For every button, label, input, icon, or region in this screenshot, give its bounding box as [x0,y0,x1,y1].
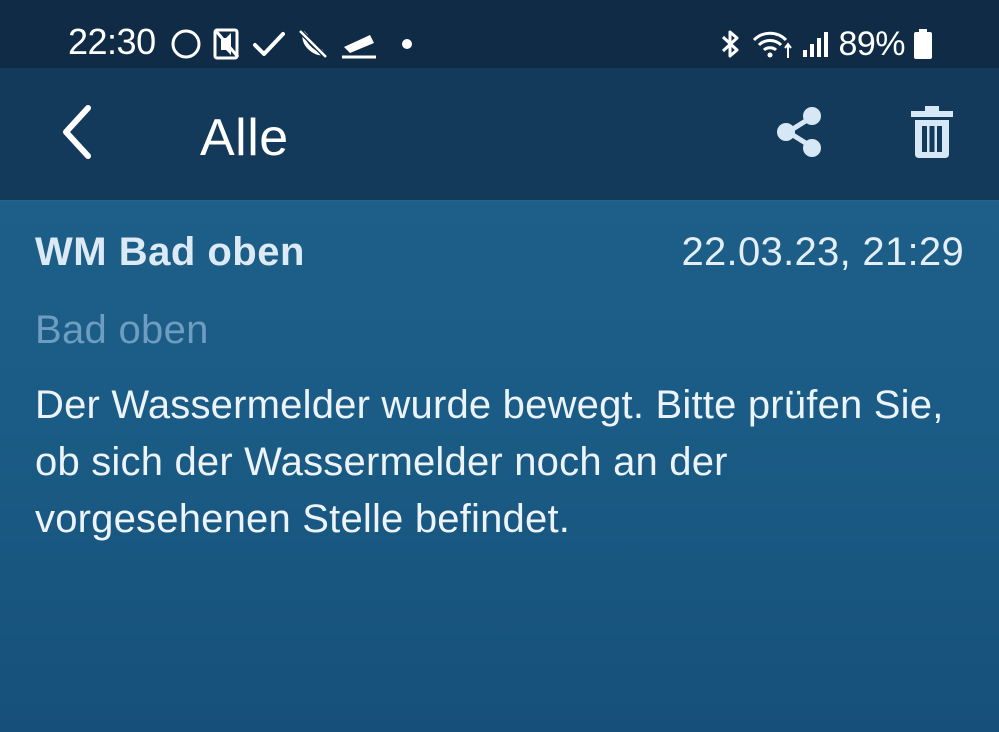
status-system-icons: 89% [718,24,933,64]
trash-icon [909,104,955,165]
status-bar: 22:30 89% [0,0,999,68]
dot-icon [402,39,412,49]
delete-button[interactable] [900,98,964,170]
share-button[interactable] [766,98,834,170]
message-room: Bad oben [35,308,209,352]
check-icon [252,29,286,59]
status-time: 22:30 [68,21,156,62]
cast-icon [340,29,378,59]
message-body: Der Wassermelder wurde bewegt. Bitte prü… [35,383,944,541]
battery-percentage: 89% [838,25,905,63]
wifi-icon [752,28,794,60]
signal-icon [802,30,830,58]
chevron-left-icon [56,102,96,167]
app-bar: Alle [0,68,999,201]
status-notification-icons [170,24,412,64]
share-icon [772,104,828,165]
muted-speaker-icon [212,27,242,61]
page-title: Alle [200,109,289,167]
bluetooth-icon [718,28,744,60]
message-timestamp: 22.03.23, 21:29 [681,230,964,274]
back-button[interactable] [44,98,108,170]
battery-icon [913,28,933,60]
circle-icon [170,28,202,60]
message-device-name: WM Bad oben [35,230,305,274]
missed-call-icon [296,27,330,61]
app-screen: 22:30 89% Alle WM Bad oben 22.03.23, 21:… [0,0,999,732]
